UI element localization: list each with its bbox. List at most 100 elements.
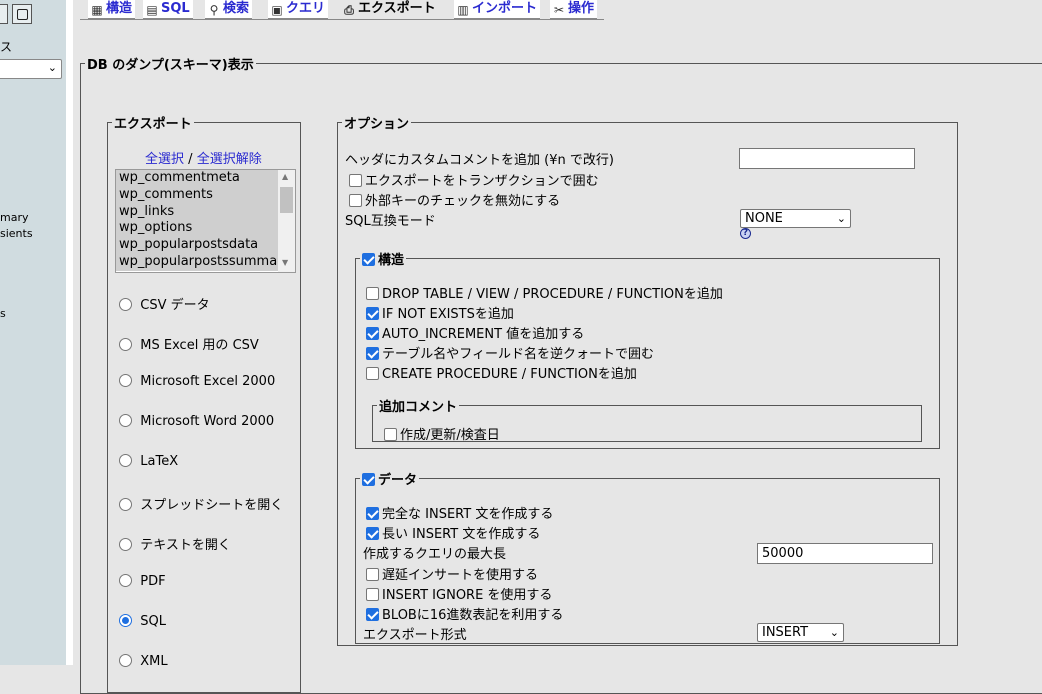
if-not-exists-option[interactable]: IF NOT EXISTSを追加	[366, 303, 514, 322]
transaction-option[interactable]: エクスポートをトランザクションで囲む	[349, 170, 599, 189]
operations-icon: ✂	[553, 3, 565, 17]
table-listbox[interactable]: wp_commentmeta wp_comments wp_links wp_o…	[115, 169, 296, 273]
delayed-insert-option[interactable]: 遅延インサートを使用する	[366, 564, 538, 583]
export-icon: ⎙	[344, 3, 354, 17]
drop-table-option[interactable]: DROP TABLE / VIEW / PROCEDURE / FUNCTION…	[366, 283, 723, 302]
options-fieldset: オプション ヘッダにカスタムコメントを追加 (¥n で改行) エクスポートをトラ…	[337, 113, 958, 646]
format-excel-2000[interactable]: Microsoft Excel 2000	[119, 374, 275, 389]
format-ods[interactable]: スプレッドシートを開く	[119, 494, 283, 513]
scroll-down-icon[interactable]: ▼	[282, 258, 288, 267]
help-icon[interactable]: ?	[740, 228, 751, 239]
comments-fieldset: 追加コメント 作成/更新/検査日	[372, 396, 922, 443]
import-icon: ▥	[457, 3, 469, 17]
scroll-thumb[interactable]	[280, 187, 293, 213]
select-all-link[interactable]: 全選択	[145, 152, 184, 167]
data-legend[interactable]: データ	[360, 469, 419, 488]
extended-insert-checkbox[interactable]	[366, 527, 379, 540]
format-pdf[interactable]: PDF	[119, 574, 166, 589]
delayed-insert-checkbox[interactable]	[366, 568, 379, 581]
list-item[interactable]: wp_popularpostssummary	[116, 254, 290, 271]
radio-ods[interactable]	[119, 498, 132, 511]
radio-word-2000[interactable]	[119, 414, 132, 427]
list-item[interactable]: wp_popularpostsdata	[116, 237, 278, 254]
transaction-checkbox[interactable]	[349, 174, 362, 187]
tab-structure[interactable]: ▦ 構造	[88, 0, 136, 19]
extended-insert-option[interactable]: 長い INSERT 文を作成する	[366, 523, 540, 542]
query-icon: ▣	[271, 3, 283, 17]
complete-insert-option[interactable]: 完全な INSERT 文を作成する	[366, 503, 553, 522]
insert-ignore-option[interactable]: INSERT IGNORE を使用する	[366, 584, 552, 603]
export-fieldset: エクスポート 全選択 / 全選択解除 wp_commentmeta wp_com…	[107, 113, 301, 693]
sidebar-home-icon[interactable]	[0, 4, 8, 24]
radio-csv-excel[interactable]	[119, 338, 132, 351]
data-checkbox[interactable]	[362, 473, 375, 486]
select-separator: /	[188, 152, 193, 167]
compat-label: SQL互換モード	[345, 214, 436, 229]
main-strip	[66, 0, 73, 665]
tab-import[interactable]: ▥ インポート	[454, 0, 541, 19]
dates-checkbox[interactable]	[384, 428, 397, 441]
format-latex[interactable]: LaTeX	[119, 454, 178, 469]
structure-legend[interactable]: 構造	[360, 249, 406, 268]
sidebar-item-s[interactable]: s	[0, 307, 6, 320]
radio-sql[interactable]	[119, 614, 132, 627]
compat-select[interactable]: NONE ⌄	[740, 209, 851, 228]
radio-excel-2000[interactable]	[119, 374, 132, 387]
hex-blob-checkbox[interactable]	[366, 608, 379, 621]
tab-search[interactable]: ⚲ 検索	[205, 0, 253, 19]
table-list: wp_commentmeta wp_comments wp_links wp_o…	[116, 170, 290, 271]
data-fieldset: データ 完全な INSERT 文を作成する 長い INSERT 文を作成する 作…	[355, 469, 940, 644]
deselect-all-link[interactable]: 全選択解除	[197, 152, 262, 167]
radio-csv[interactable]	[119, 298, 132, 311]
listbox-scrollbar[interactable]: ▲ ▼	[278, 170, 295, 272]
tab-export[interactable]: ⎙ エクスポート	[340, 0, 439, 19]
format-xml[interactable]: XML	[119, 654, 168, 669]
backquote-option[interactable]: テーブル名やフィールド名を逆クォートで囲む	[366, 343, 654, 362]
sidebar-db-select[interactable]: ⌄	[0, 59, 62, 79]
radio-xml[interactable]	[119, 654, 132, 667]
hex-blob-option[interactable]: BLOBに16進数表記を利用する	[366, 604, 563, 623]
create-procedure-option[interactable]: CREATE PROCEDURE / FUNCTIONを追加	[366, 363, 637, 382]
structure-fieldset: 構造 DROP TABLE / VIEW / PROCEDURE / FUNCT…	[355, 249, 940, 449]
insert-ignore-checkbox[interactable]	[366, 588, 379, 601]
if-not-exists-checkbox[interactable]	[366, 307, 379, 320]
format-csv[interactable]: CSV データ	[119, 294, 210, 313]
radio-latex[interactable]	[119, 454, 132, 467]
structure-checkbox[interactable]	[362, 253, 375, 266]
radio-pdf[interactable]	[119, 574, 132, 587]
header-comment-label: ヘッダにカスタムコメントを追加 (¥n で改行)	[345, 153, 614, 168]
header-comment-input[interactable]	[739, 148, 915, 169]
radio-odt[interactable]	[119, 538, 132, 551]
tab-operations[interactable]: ✂ 操作	[550, 0, 598, 19]
auto-increment-option[interactable]: AUTO_INCREMENT 値を追加する	[366, 323, 584, 342]
format-csv-excel[interactable]: MS Excel 用の CSV	[119, 334, 259, 353]
sidebar-item-transients[interactable]: sients	[0, 227, 33, 240]
max-query-label: 作成するクエリの最大長	[363, 547, 507, 562]
structure-icon: ▦	[91, 3, 103, 17]
dump-fieldset: DB のダンプ(スキーマ)表示 エクスポート 全選択 / 全選択解除 wp_co…	[80, 54, 1042, 694]
sidebar-query-window-icon[interactable]	[12, 4, 32, 24]
tab-query[interactable]: ▣ クエリ	[268, 0, 329, 19]
max-query-input[interactable]: 50000	[757, 543, 933, 564]
disable-fk-option[interactable]: 外部キーのチェックを無効にする	[349, 190, 560, 209]
tab-sql[interactable]: ▤ SQL	[143, 0, 193, 19]
sidebar-item-summary[interactable]: mary	[0, 211, 29, 224]
format-sql[interactable]: SQL	[119, 614, 166, 629]
tab-underline	[80, 19, 604, 20]
dates-option[interactable]: 作成/更新/検査日	[384, 424, 500, 443]
drop-table-checkbox[interactable]	[366, 287, 379, 300]
list-item[interactable]: wp_commentmeta	[116, 170, 278, 187]
scroll-up-icon[interactable]: ▲	[282, 172, 288, 181]
auto-increment-checkbox[interactable]	[366, 327, 379, 340]
complete-insert-checkbox[interactable]	[366, 507, 379, 520]
list-item[interactable]: wp_comments	[116, 187, 278, 204]
create-procedure-checkbox[interactable]	[366, 367, 379, 380]
disable-fk-checkbox[interactable]	[349, 194, 362, 207]
backquote-checkbox[interactable]	[366, 347, 379, 360]
list-item[interactable]: wp_options	[116, 220, 278, 237]
format-odt[interactable]: テキストを開く	[119, 534, 231, 553]
format-word-2000[interactable]: Microsoft Word 2000	[119, 414, 274, 429]
sidebar-db-label: ス	[0, 40, 13, 54]
list-item[interactable]: wp_links	[116, 204, 278, 221]
export-type-select[interactable]: INSERT ⌄	[757, 623, 844, 642]
